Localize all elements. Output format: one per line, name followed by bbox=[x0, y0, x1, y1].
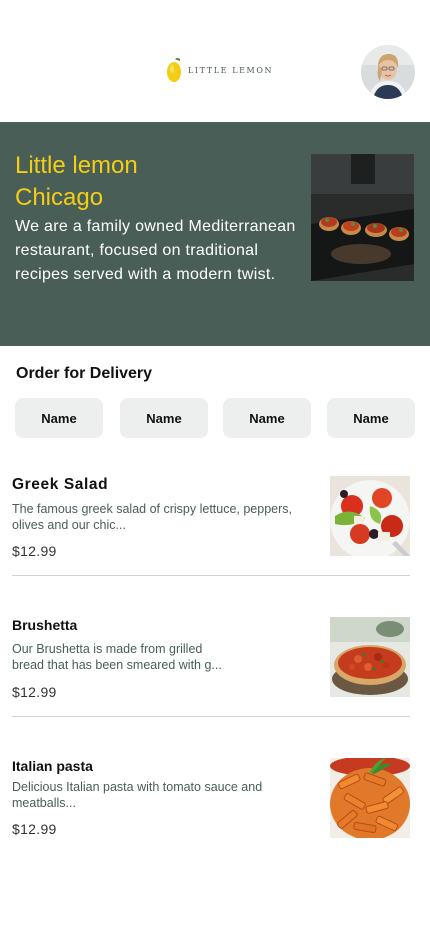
menu-item-price: $12.99 bbox=[12, 684, 57, 700]
category-chip[interactable]: Name bbox=[120, 398, 208, 438]
app-header: LITTLE LEMON bbox=[0, 0, 430, 122]
hero-banner: Little lemon Chicago We are a family own… bbox=[0, 122, 430, 346]
logo-text: LITTLE LEMON bbox=[188, 65, 274, 75]
hero-title: Little lemon bbox=[15, 152, 138, 179]
italian-pasta-image bbox=[330, 758, 410, 838]
category-chip[interactable]: Name bbox=[327, 398, 415, 438]
menu-item-price: $12.99 bbox=[12, 821, 57, 837]
menu-item-description: Our Brushetta is made from grilled bread… bbox=[12, 642, 222, 672]
divider bbox=[12, 716, 410, 717]
brushetta-image bbox=[330, 617, 410, 697]
category-filters: Name Name Name Name bbox=[15, 398, 415, 438]
little-lemon-logo: LITTLE LEMON bbox=[166, 57, 273, 83]
divider bbox=[12, 575, 410, 576]
menu-item-greek-salad[interactable]: Greek Salad The famous greek salad of cr… bbox=[12, 476, 410, 559]
order-section-title: Order for Delivery bbox=[16, 365, 153, 382]
profile-avatar[interactable] bbox=[361, 45, 415, 99]
lemon-icon bbox=[166, 57, 182, 83]
hero-location: Chicago bbox=[15, 184, 104, 211]
menu-item-brushetta[interactable]: Brushetta Our Brushetta is made from gri… bbox=[12, 617, 410, 700]
menu-item-price: $12.99 bbox=[12, 543, 57, 559]
category-chip[interactable]: Name bbox=[223, 398, 311, 438]
greek-salad-image bbox=[330, 476, 410, 556]
hero-food-image bbox=[311, 154, 414, 281]
hero-description: We are a family owned Mediterranean rest… bbox=[15, 218, 296, 283]
menu-item-description: Delicious Italian pasta with tomato sauc… bbox=[12, 780, 263, 810]
category-chip[interactable]: Name bbox=[15, 398, 103, 438]
menu-item-italian-pasta[interactable]: Italian pasta Delicious Italian pasta wi… bbox=[12, 758, 410, 838]
menu-item-description: The famous greek salad of crispy lettuce… bbox=[12, 502, 293, 532]
